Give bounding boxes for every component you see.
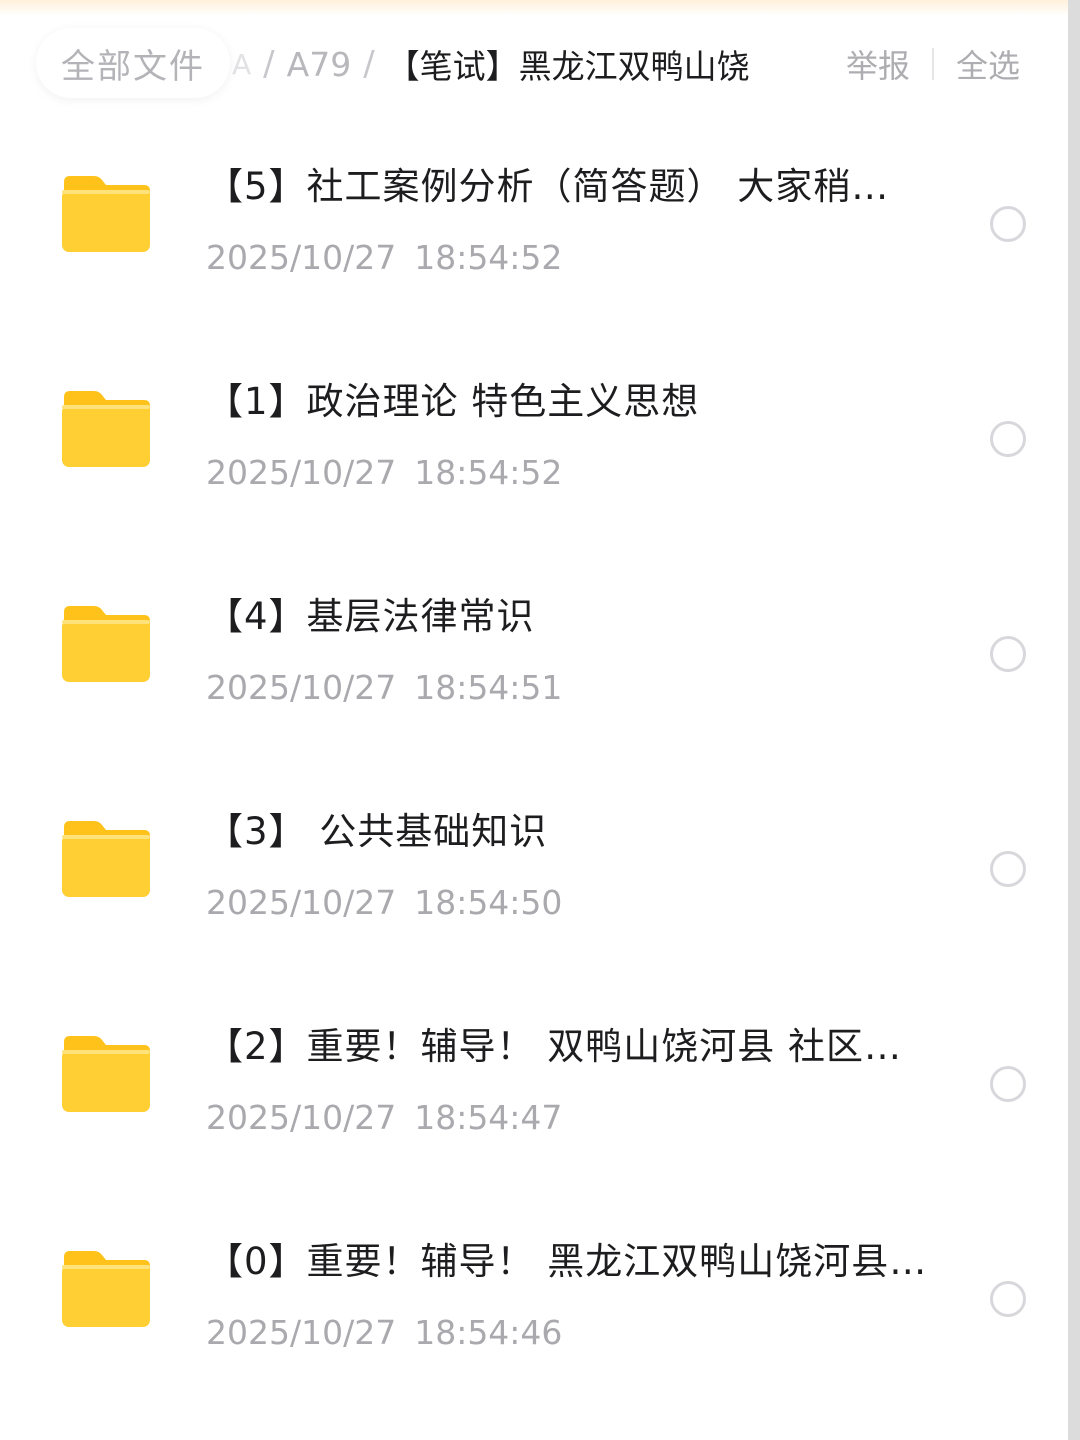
- file-timestamp: 2025/10/27 18:54:52: [206, 234, 562, 282]
- file-time: 18:54:52: [414, 238, 563, 277]
- file-name[interactable]: 【0】重要！辅导！ 黑龙江双鸭山饶河县…: [206, 1235, 966, 1289]
- file-list: 【5】社工案例分析（简答题） 大家稍… 2025/10/27 18:54:52 【…: [0, 130, 1068, 1420]
- file-row[interactable]: 【2】重要！辅导！ 双鸭山饶河县 社区… 2025/10/27 18:54:47: [0, 990, 1068, 1205]
- folder-icon: [62, 821, 150, 897]
- breadcrumb-separator: /: [263, 44, 275, 84]
- breadcrumb-ghost-item: A: [232, 47, 252, 81]
- file-time: 18:54:47: [414, 1098, 563, 1137]
- file-name[interactable]: 【1】政治理论 特色主义思想: [206, 375, 966, 429]
- header-actions: 举报 全选: [846, 42, 1020, 86]
- folder-icon: [62, 176, 150, 252]
- select-checkbox[interactable]: [990, 421, 1026, 457]
- breadcrumb: A / A79 / 【笔试】黑龙江双鸭山饶: [232, 40, 750, 88]
- folder-icon: [62, 606, 150, 682]
- folder-icon: [62, 391, 150, 467]
- file-name[interactable]: 【3】 公共基础知识: [206, 805, 966, 859]
- file-timestamp: 2025/10/27 18:54:46: [206, 1309, 562, 1357]
- file-row[interactable]: 【0】重要！辅导！ 黑龙江双鸭山饶河县… 2025/10/27 18:54:46: [0, 1205, 1068, 1420]
- breadcrumb-header: 全部文件 A / A79 / 【笔试】黑龙江双鸭山饶 举报 全选: [0, 0, 1068, 128]
- file-row[interactable]: 【1】政治理论 特色主义思想 2025/10/27 18:54:52: [0, 345, 1068, 560]
- file-row[interactable]: 【4】基层法律常识 2025/10/27 18:54:51: [0, 560, 1068, 775]
- select-checkbox[interactable]: [990, 636, 1026, 672]
- file-date: 2025/10/27: [206, 453, 397, 492]
- file-date: 2025/10/27: [206, 883, 397, 922]
- folder-icon: [62, 1036, 150, 1112]
- file-date: 2025/10/27: [206, 1313, 397, 1352]
- breadcrumb-current-folder: 【笔试】黑龙江双鸭山饶: [386, 47, 750, 86]
- action-divider: [931, 48, 934, 80]
- file-timestamp: 2025/10/27 18:54:51: [206, 664, 562, 712]
- file-name[interactable]: 【2】重要！辅导！ 双鸭山饶河县 社区…: [206, 1020, 966, 1074]
- scrollbar-track[interactable]: [1068, 0, 1080, 1440]
- select-checkbox[interactable]: [990, 206, 1026, 242]
- file-timestamp: 2025/10/27 18:54:47: [206, 1094, 562, 1142]
- breadcrumb-item-a79[interactable]: A79: [287, 45, 352, 84]
- file-time: 18:54:52: [414, 453, 563, 492]
- file-time: 18:54:51: [414, 668, 563, 707]
- select-checkbox[interactable]: [990, 1066, 1026, 1102]
- file-name[interactable]: 【4】基层法律常识: [206, 590, 966, 644]
- file-time: 18:54:46: [414, 1313, 563, 1352]
- file-row[interactable]: 【3】 公共基础知识 2025/10/27 18:54:50: [0, 775, 1068, 990]
- select-all-button[interactable]: 全选: [956, 41, 1020, 87]
- file-name[interactable]: 【5】社工案例分析（简答题） 大家稍…: [206, 160, 966, 214]
- file-timestamp: 2025/10/27 18:54:50: [206, 879, 562, 927]
- folder-icon: [62, 1251, 150, 1327]
- file-date: 2025/10/27: [206, 1098, 397, 1137]
- report-button[interactable]: 举报: [846, 41, 910, 87]
- file-date: 2025/10/27: [206, 238, 397, 277]
- file-time: 18:54:50: [414, 883, 563, 922]
- file-date: 2025/10/27: [206, 668, 397, 707]
- file-timestamp: 2025/10/27 18:54:52: [206, 449, 562, 497]
- breadcrumb-separator: /: [363, 44, 375, 84]
- file-browser-page: 全部文件 A / A79 / 【笔试】黑龙江双鸭山饶 举报 全选 【5】社工案例…: [0, 0, 1080, 1440]
- file-row[interactable]: 【5】社工案例分析（简答题） 大家稍… 2025/10/27 18:54:52: [0, 130, 1068, 345]
- all-files-button[interactable]: 全部文件: [36, 28, 230, 98]
- select-checkbox[interactable]: [990, 851, 1026, 887]
- select-checkbox[interactable]: [990, 1281, 1026, 1317]
